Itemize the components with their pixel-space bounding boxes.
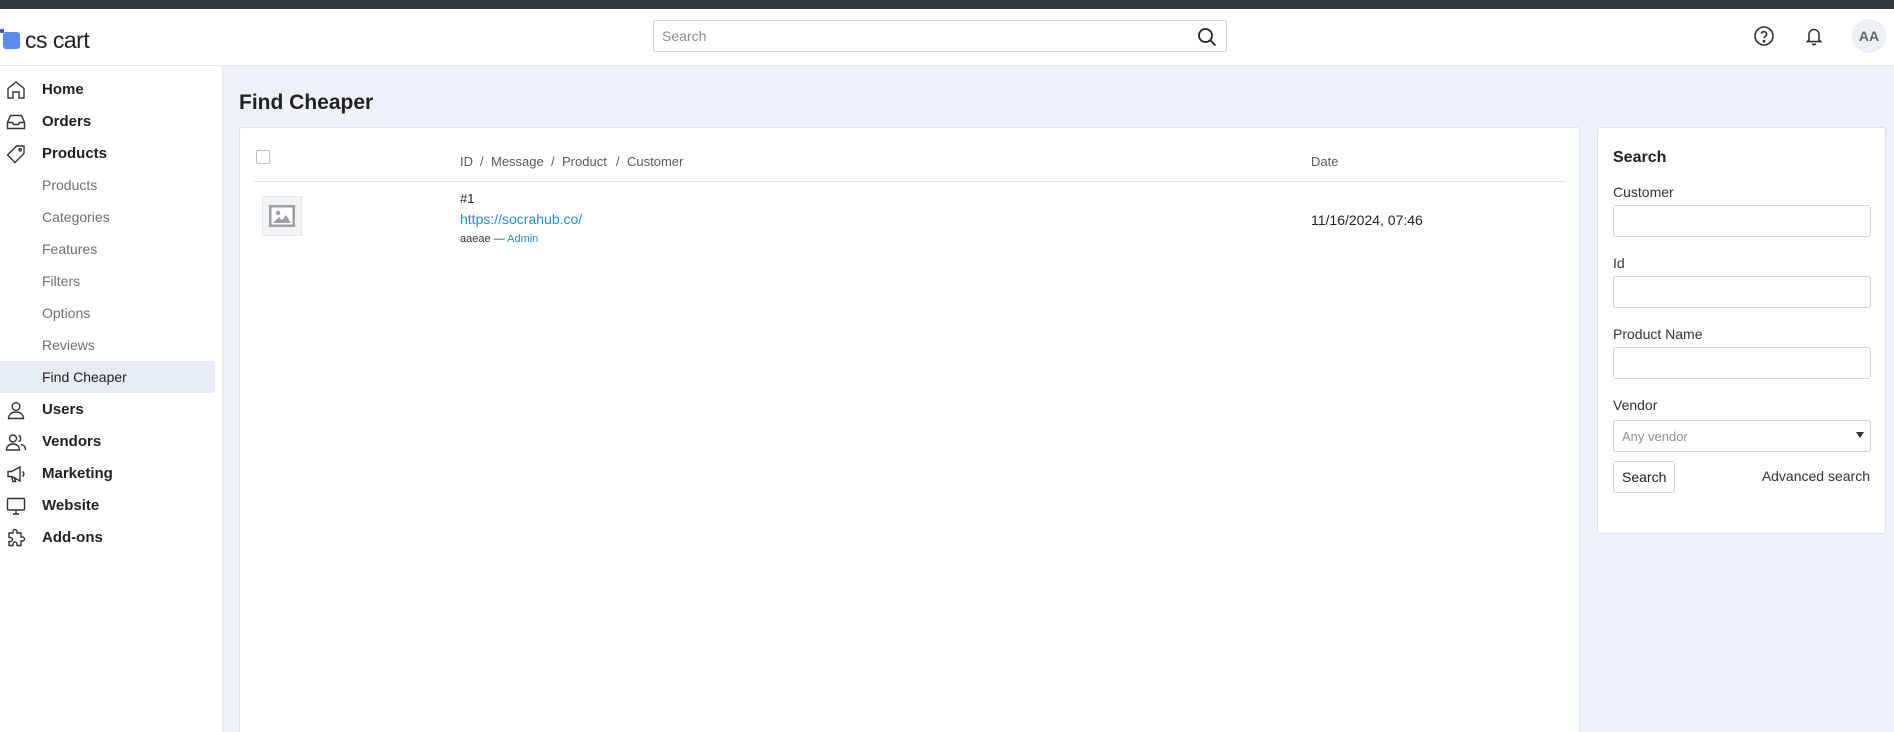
global-search bbox=[653, 20, 1227, 52]
meta-separator: — bbox=[493, 233, 505, 245]
column-header-product[interactable]: Product bbox=[562, 154, 607, 169]
sidebar-subitem-label: Features bbox=[42, 241, 98, 257]
users-icon bbox=[5, 434, 27, 451]
bell-icon[interactable] bbox=[1800, 22, 1828, 50]
product-name: aaeae bbox=[460, 233, 491, 245]
vendor-label: Vendor bbox=[1613, 397, 1658, 413]
request-id[interactable]: #1 bbox=[460, 191, 474, 206]
vendor-select[interactable]: Any vendor bbox=[1613, 420, 1871, 452]
id-label: Id bbox=[1613, 255, 1625, 271]
sidebar-item-orders[interactable]: Orders bbox=[0, 105, 215, 137]
product-name-field[interactable] bbox=[1613, 347, 1871, 379]
sidebar-item-products[interactable]: Products bbox=[0, 137, 215, 169]
sidebar-subitem-label: Products bbox=[42, 177, 98, 193]
sidebar-subitem-reviews[interactable]: Reviews bbox=[0, 329, 215, 361]
sidebar-item-label: Products bbox=[42, 144, 108, 162]
product-image-placeholder bbox=[262, 196, 302, 236]
image-placeholder-icon bbox=[269, 205, 295, 227]
sidebar-item-vendors[interactable]: Vendors bbox=[0, 425, 215, 457]
sidebar-subitem-label: Find Cheaper bbox=[42, 369, 127, 385]
sidebar-subitem-products[interactable]: Products bbox=[0, 169, 215, 201]
logo-mark-icon bbox=[0, 29, 20, 49]
sidebar: Home Orders Products Products Categories… bbox=[0, 66, 223, 732]
home-icon bbox=[7, 81, 25, 99]
sidebar-item-label: Vendors bbox=[42, 432, 102, 450]
inbox-icon bbox=[6, 114, 26, 130]
search-panel-title: Search bbox=[1613, 149, 1667, 166]
sidebar-item-label: Add-ons bbox=[42, 528, 103, 546]
header-divider bbox=[254, 181, 1566, 182]
customer-label: Customer bbox=[1613, 184, 1674, 200]
sidebar-subitem-filters[interactable]: Filters bbox=[0, 265, 215, 297]
search-panel: Search Customer Id Product Name Vendor A… bbox=[1597, 127, 1886, 534]
product-name-label: Product Name bbox=[1613, 326, 1703, 342]
sidebar-item-website[interactable]: Website bbox=[0, 489, 215, 521]
sidebar-item-marketing[interactable]: Marketing bbox=[0, 457, 215, 489]
select-all-checkbox[interactable] bbox=[256, 150, 270, 164]
sidebar-item-label: Marketing bbox=[42, 464, 113, 482]
results-panel: ID / Message / Product / Customer Date #… bbox=[239, 127, 1580, 732]
column-header-separator: / bbox=[480, 154, 484, 169]
search-button[interactable]: Search bbox=[1613, 461, 1676, 493]
sidebar-subitem-find-cheaper[interactable]: Find Cheaper bbox=[0, 361, 215, 393]
customer-link[interactable]: Admin bbox=[507, 233, 538, 245]
sidebar-item-home[interactable]: Home bbox=[0, 73, 215, 105]
column-header-id[interactable]: ID bbox=[460, 154, 473, 169]
monitor-icon bbox=[6, 497, 26, 515]
message-link[interactable]: https://socrahub.co/ bbox=[460, 211, 582, 227]
column-header-message[interactable]: Message bbox=[491, 154, 544, 169]
sidebar-item-label: Website bbox=[42, 496, 100, 514]
product-customer-line: aaeae — Admin bbox=[460, 233, 538, 245]
customer-field[interactable] bbox=[1613, 205, 1871, 237]
sidebar-subitem-label: Options bbox=[42, 305, 91, 321]
chevron-down-icon bbox=[1856, 432, 1864, 438]
sidebar-subitem-label: Reviews bbox=[42, 337, 95, 353]
logo[interactable]: cs cart bbox=[0, 27, 90, 54]
sidebar-item-label: Home bbox=[42, 80, 84, 98]
top-strip bbox=[0, 0, 1894, 9]
sidebar-subitem-label: Categories bbox=[42, 209, 110, 225]
puzzle-icon bbox=[8, 528, 26, 547]
sidebar-subitem-features[interactable]: Features bbox=[0, 233, 215, 265]
page-title: Find Cheaper bbox=[239, 91, 374, 114]
tag-icon bbox=[6, 145, 25, 164]
sidebar-item-label: Orders bbox=[42, 112, 92, 130]
column-header-date[interactable]: Date bbox=[1311, 154, 1338, 169]
advanced-search-link[interactable]: Advanced search bbox=[1762, 468, 1870, 484]
sidebar-subitem-label: Filters bbox=[42, 273, 81, 289]
search-icon[interactable] bbox=[1196, 26, 1218, 48]
column-header-separator: / bbox=[551, 154, 555, 169]
avatar[interactable]: AA bbox=[1852, 19, 1886, 53]
sidebar-item-users[interactable]: Users bbox=[0, 393, 215, 425]
help-circle-icon[interactable] bbox=[1750, 22, 1778, 50]
column-header-customer[interactable]: Customer bbox=[627, 154, 683, 169]
sidebar-item-label: Users bbox=[42, 400, 84, 418]
global-search-input[interactable] bbox=[654, 21, 1174, 51]
megaphone-icon bbox=[7, 465, 25, 483]
top-bar: cs cart AA bbox=[0, 9, 1894, 66]
column-header-separator: / bbox=[616, 154, 620, 169]
vendor-select-value: Any vendor bbox=[1622, 429, 1688, 444]
logo-text: cs cart bbox=[25, 27, 90, 53]
sidebar-item-add-ons[interactable]: Add-ons bbox=[0, 521, 215, 553]
id-field[interactable] bbox=[1613, 276, 1871, 308]
request-date: 11/16/2024, 07:46 bbox=[1311, 212, 1423, 228]
sidebar-subitem-options[interactable]: Options bbox=[0, 297, 215, 329]
user-icon bbox=[7, 402, 25, 420]
sidebar-subitem-categories[interactable]: Categories bbox=[0, 201, 215, 233]
